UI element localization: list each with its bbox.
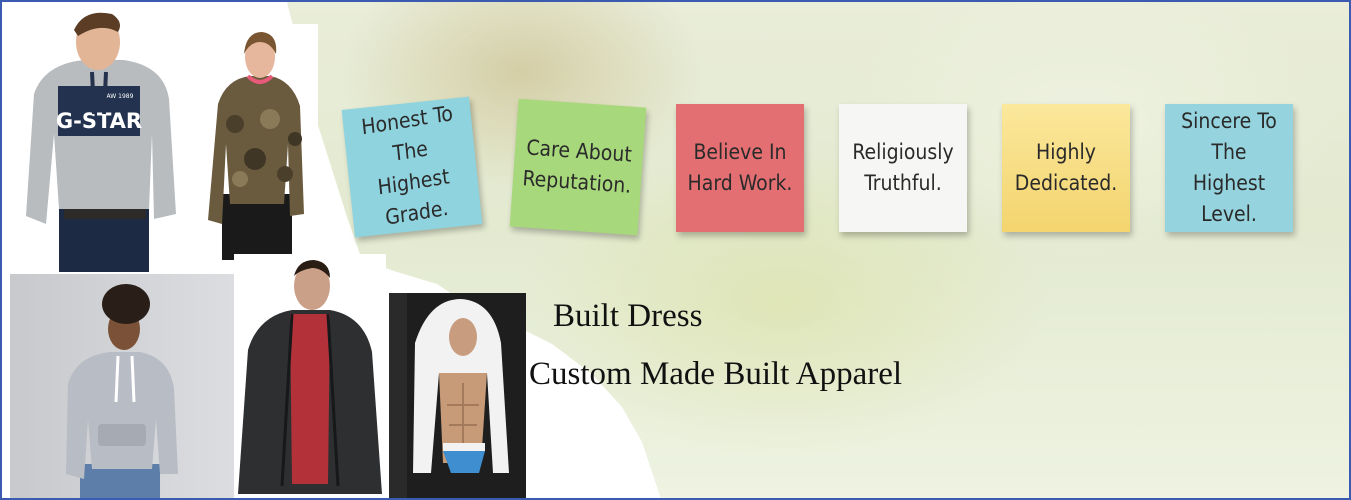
shirt-print-small-text: RAW 1989: [103, 93, 134, 100]
note-dedicated: Highly Dedicated.: [1002, 104, 1130, 232]
note-truthful-text: Religiously Truthful.: [852, 140, 954, 195]
photo-woman-camo-hoodie: [200, 24, 318, 260]
note-sincere: Sincere To The Highest Level.: [1165, 104, 1293, 232]
note-dedicated-text: Highly Dedicated.: [1014, 140, 1118, 195]
note-truthful: Religiously Truthful.: [839, 104, 967, 232]
note-hard-work-text: Believe In Hard Work.: [687, 140, 793, 195]
brand-heading: Built Dress: [553, 298, 703, 334]
note-hard-work: Believe In Hard Work.: [676, 104, 804, 232]
hero-banner: G-STAR RAW 1989 Honest To The Highest Gr…: [0, 0, 1351, 500]
note-reputation: Care About Reputation.: [509, 98, 647, 236]
note-honest: Honest To The Highest Grade.: [341, 96, 483, 238]
photo-man-white-hoodie: [389, 293, 526, 498]
note-reputation-text: Care About Reputation.: [521, 135, 633, 198]
note-sincere-text: Sincere To The Highest Level.: [1181, 109, 1277, 226]
photo-man-dark-jacket: [234, 254, 386, 498]
brand-subheading: Custom Made Built Apparel: [529, 356, 903, 392]
photo-man-grey-hoodie: G-STAR RAW 1989: [14, 4, 186, 272]
photo-woman-grey-hoodie: [10, 274, 234, 498]
note-honest-text: Honest To The Highest Grade.: [360, 101, 454, 230]
shirt-print-text: G-STAR: [56, 109, 142, 133]
